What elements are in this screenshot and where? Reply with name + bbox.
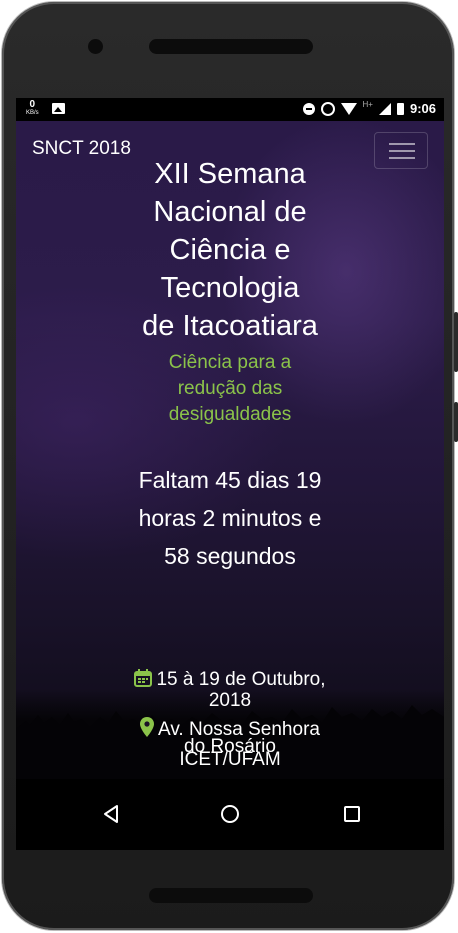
title-line: Ciência e bbox=[169, 234, 291, 266]
home-button[interactable] bbox=[215, 799, 245, 829]
hamburger-line bbox=[389, 157, 415, 159]
recent-apps-button[interactable] bbox=[337, 799, 367, 829]
status-icons: H+ 9:06 bbox=[302, 100, 436, 116]
triangle-back-icon bbox=[104, 805, 118, 823]
power-button[interactable] bbox=[454, 402, 458, 442]
volume-button[interactable] bbox=[454, 312, 458, 372]
clock: 9:06 bbox=[409, 101, 436, 116]
countdown-timer: Faltam 45 dias 19 horas 2 minutos e 58 s… bbox=[106, 461, 354, 575]
image-notification-icon bbox=[52, 103, 65, 114]
event-subtitle: Ciência para a redução das desigualdades bbox=[126, 350, 334, 428]
network-speed-unit: KB/s bbox=[26, 110, 39, 116]
alarm-icon bbox=[320, 101, 335, 116]
bottom-speaker bbox=[149, 888, 313, 903]
subtitle-line: desigualdades bbox=[168, 404, 292, 425]
calendar-icon bbox=[134, 669, 153, 691]
screen: 0 KB/s H+ 9:06 SNCT 2018 XII Semana Naci… bbox=[16, 98, 444, 850]
event-date: 15 à 19 de Outubro, 2018 bbox=[106, 669, 354, 710]
map-marker-icon bbox=[140, 717, 155, 741]
network-speed: 0 KB/s bbox=[26, 100, 39, 118]
back-button[interactable] bbox=[96, 799, 126, 829]
app-hero: SNCT 2018 XII Semana Nacional de Ciência… bbox=[16, 121, 444, 779]
battery-icon bbox=[396, 102, 404, 115]
hamburger-line bbox=[389, 150, 415, 152]
wifi-icon bbox=[340, 102, 357, 115]
hamburger-line bbox=[389, 143, 415, 145]
location-line: ICET/UFAM bbox=[179, 749, 281, 770]
phone-frame: 0 KB/s H+ 9:06 SNCT 2018 XII Semana Naci… bbox=[2, 2, 458, 930]
do-not-disturb-icon bbox=[302, 102, 315, 115]
event-location: Av. Nossa Senhora do Rosário ICET/UFAM bbox=[106, 717, 354, 769]
square-recent-icon bbox=[344, 806, 360, 822]
title-line: de Itacoatiara bbox=[142, 310, 318, 342]
title-line: Tecnologia bbox=[160, 272, 300, 304]
countdown-line: 58 segundos bbox=[164, 543, 296, 569]
date-line: 2018 bbox=[208, 690, 252, 711]
title-line: Nacional de bbox=[153, 196, 307, 228]
subtitle-line: redução das bbox=[177, 378, 283, 399]
date-line: 15 à 19 de Outubro, bbox=[156, 669, 326, 690]
front-camera bbox=[88, 39, 103, 54]
title-line: XII Semana bbox=[154, 158, 306, 190]
countdown-line: horas 2 minutos e bbox=[138, 505, 322, 531]
event-title: XII Semana Nacional de Ciência e Tecnolo… bbox=[76, 155, 384, 345]
status-bar: 0 KB/s H+ 9:06 bbox=[16, 98, 444, 121]
android-nav-bar bbox=[16, 779, 444, 850]
earpiece-speaker bbox=[149, 39, 313, 54]
signal-icon bbox=[378, 102, 391, 115]
network-type: H+ bbox=[362, 100, 373, 109]
subtitle-line: Ciência para a bbox=[168, 352, 292, 373]
circle-home-icon bbox=[221, 805, 239, 823]
countdown-line: Faltam 45 dias 19 bbox=[138, 467, 322, 493]
